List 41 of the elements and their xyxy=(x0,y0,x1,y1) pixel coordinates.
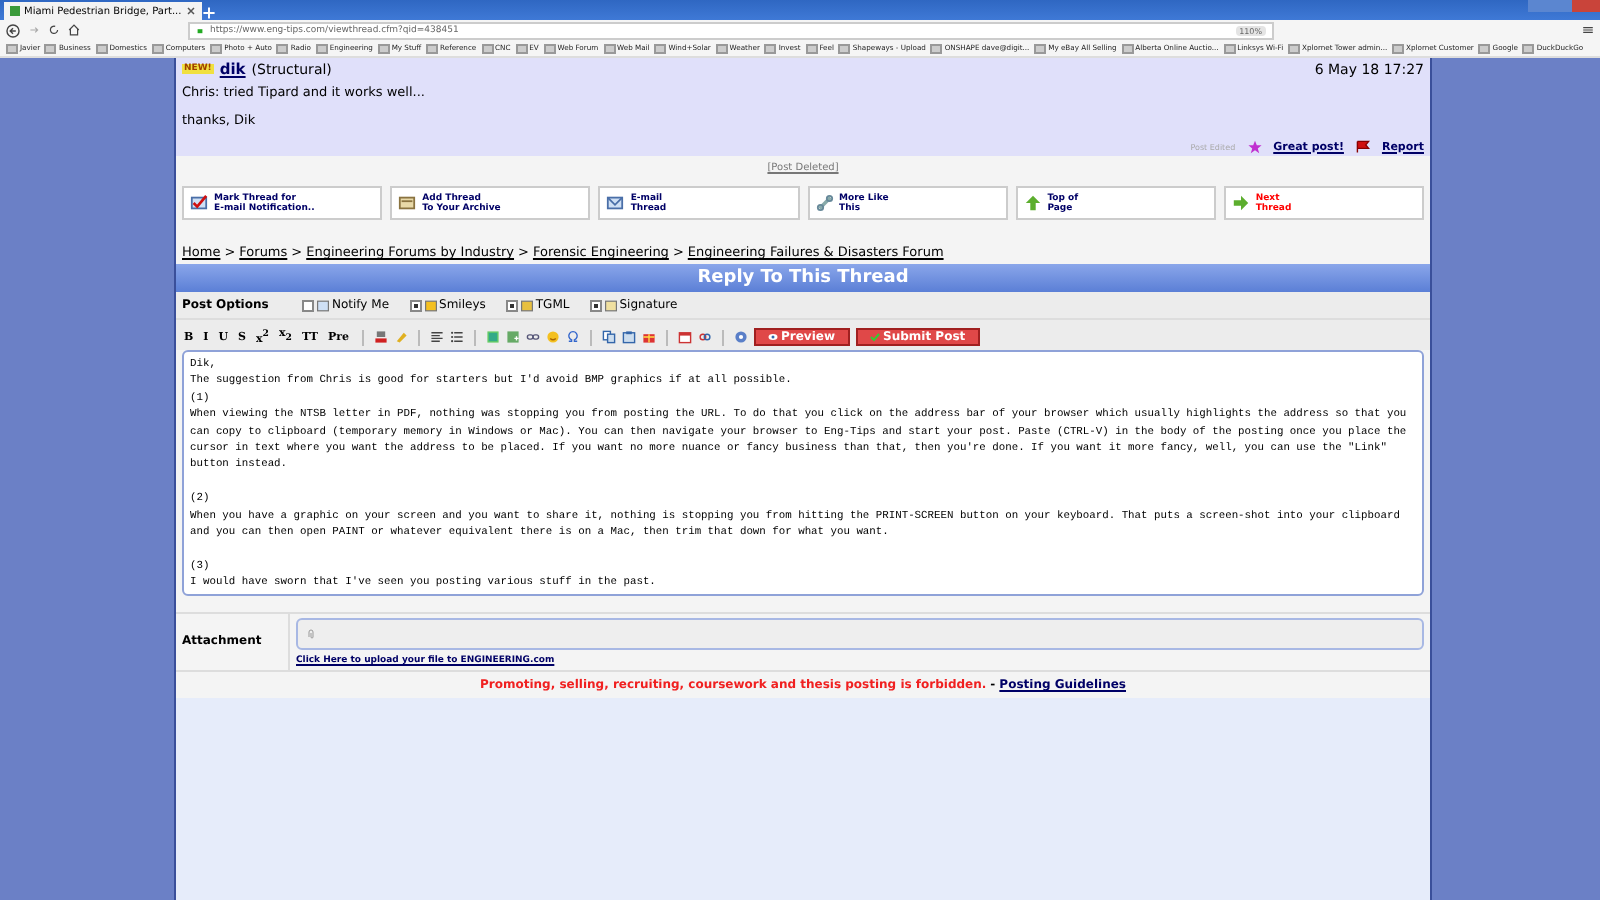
up-arrow-icon xyxy=(1023,194,1042,212)
checkbox[interactable] xyxy=(409,299,422,311)
envelope-check-icon xyxy=(190,194,208,212)
align-icon[interactable] xyxy=(429,330,443,344)
chain-link-icon xyxy=(815,194,834,212)
attachment-field[interactable] xyxy=(296,618,1424,650)
list-icon[interactable] xyxy=(449,330,463,344)
flag-icon xyxy=(1355,140,1370,154)
image-icon[interactable] xyxy=(485,330,499,344)
option-icon xyxy=(423,299,438,311)
back-icon xyxy=(6,23,20,37)
text-color-icon[interactable] xyxy=(373,330,387,344)
home-icon xyxy=(68,24,80,36)
checkbox[interactable] xyxy=(302,299,314,311)
chain-link-icon[interactable] xyxy=(525,330,539,344)
right-arrow-icon xyxy=(1231,194,1250,212)
star-icon xyxy=(1247,140,1262,154)
close-icon xyxy=(185,6,196,16)
eye-icon xyxy=(767,332,777,342)
menu-icon xyxy=(1582,24,1594,36)
option-icon xyxy=(603,299,618,311)
envelope-icon xyxy=(606,194,625,212)
reply-header: Reply To This Thread xyxy=(176,264,1430,292)
checkbox[interactable] xyxy=(505,299,518,311)
paperclip-icon xyxy=(306,628,316,640)
site-icon xyxy=(10,6,20,16)
copy-icon[interactable] xyxy=(601,330,615,344)
omega-icon[interactable] xyxy=(565,330,579,344)
forward-icon xyxy=(28,24,40,36)
calendar-icon[interactable] xyxy=(677,330,691,344)
image-add-icon[interactable] xyxy=(505,330,519,344)
option-icon xyxy=(316,299,330,311)
scroll-icon xyxy=(398,194,417,212)
gift-icon[interactable] xyxy=(641,330,655,344)
smiley-icon[interactable] xyxy=(545,330,559,344)
reload-icon xyxy=(48,24,60,36)
option-icon xyxy=(519,299,534,311)
checkbox[interactable] xyxy=(589,299,602,311)
unlink-icon[interactable] xyxy=(697,330,711,344)
paste-icon[interactable] xyxy=(621,330,635,344)
check-icon xyxy=(869,332,880,342)
